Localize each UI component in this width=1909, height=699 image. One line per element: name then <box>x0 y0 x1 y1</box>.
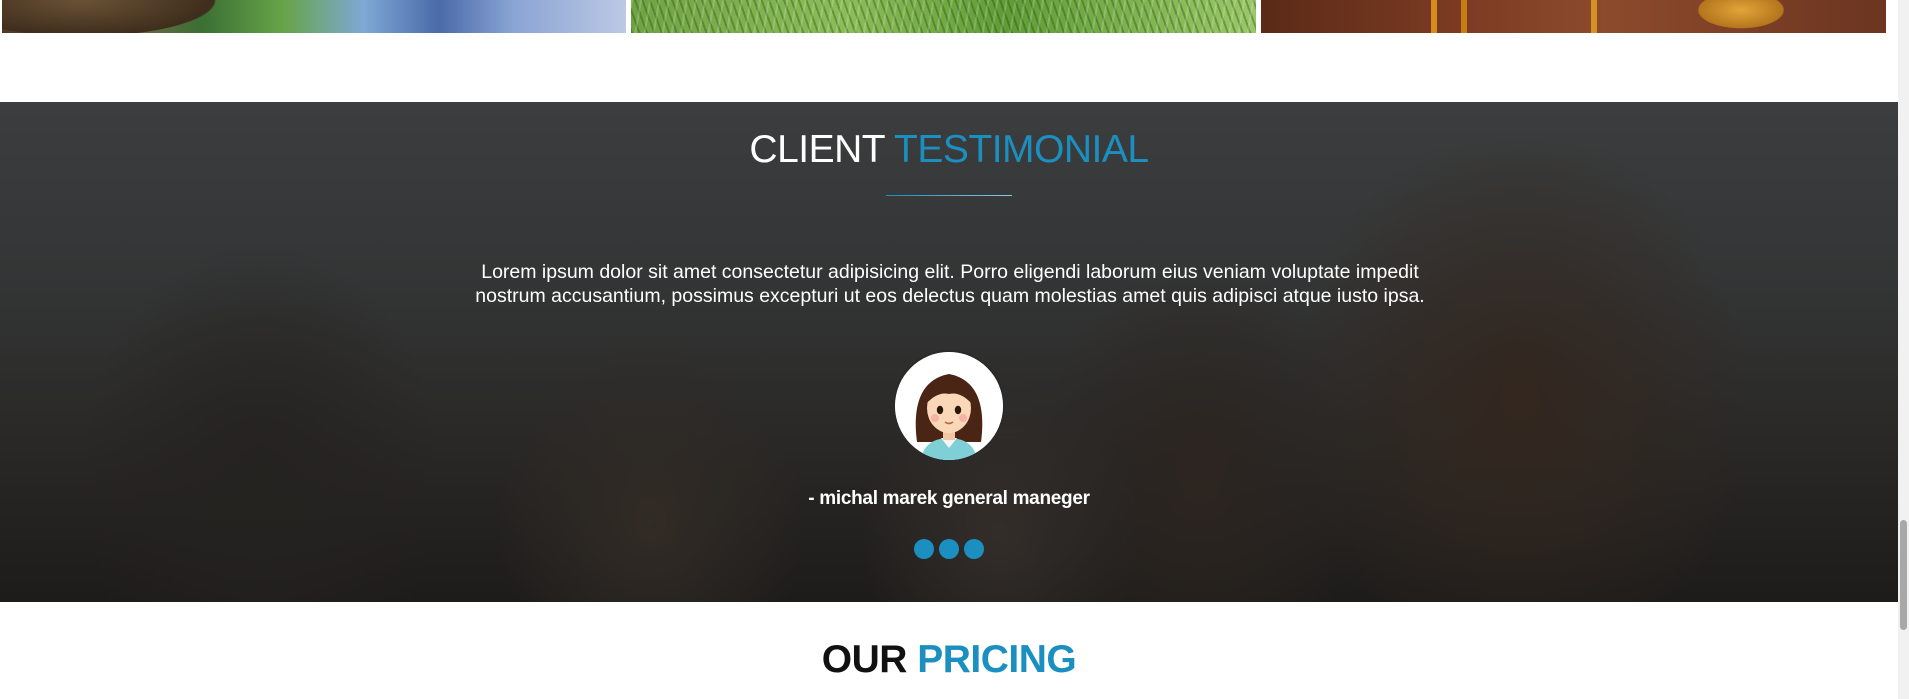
heading-text-accent: TESTIMONIAL <box>894 128 1149 171</box>
pricing-heading-accent: PRICING <box>917 638 1077 681</box>
testimonial-content: CLIENT TESTIMONIAL Lorem ipsum dolor sit… <box>0 102 1898 602</box>
gallery-image-grass[interactable] <box>631 0 1256 33</box>
pricing-heading-text: OUR <box>821 638 908 681</box>
scrollbar-thumb[interactable] <box>1900 520 1907 630</box>
carousel-dot-2[interactable] <box>939 539 959 559</box>
client-avatar <box>895 352 1003 460</box>
testimonial-quote: Lorem ipsum dolor sit amet consectetur a… <box>475 261 1425 307</box>
page: CLIENT TESTIMONIAL Lorem ipsum dolor sit… <box>0 0 1909 699</box>
carousel-dot-1[interactable] <box>914 539 934 559</box>
pricing-heading: OUR PRICING <box>0 638 1898 682</box>
girl-avatar-icon <box>895 352 1003 460</box>
portfolio-gallery-strip <box>0 0 1898 33</box>
testimonial-heading: CLIENT TESTIMONIAL <box>0 128 1898 172</box>
gallery-image-honey[interactable] <box>1261 0 1886 33</box>
testimonial-section: CLIENT TESTIMONIAL Lorem ipsum dolor sit… <box>0 102 1898 602</box>
heading-underline <box>886 195 1012 196</box>
page-scrollbar[interactable] <box>1898 0 1909 699</box>
heading-text-white: CLIENT <box>749 128 885 171</box>
carousel-dot-3[interactable] <box>964 539 984 559</box>
gallery-image-bird[interactable] <box>2 0 626 33</box>
carousel-pagination <box>914 539 984 559</box>
testimonial-author: - michal marek general maneger <box>808 488 1090 509</box>
